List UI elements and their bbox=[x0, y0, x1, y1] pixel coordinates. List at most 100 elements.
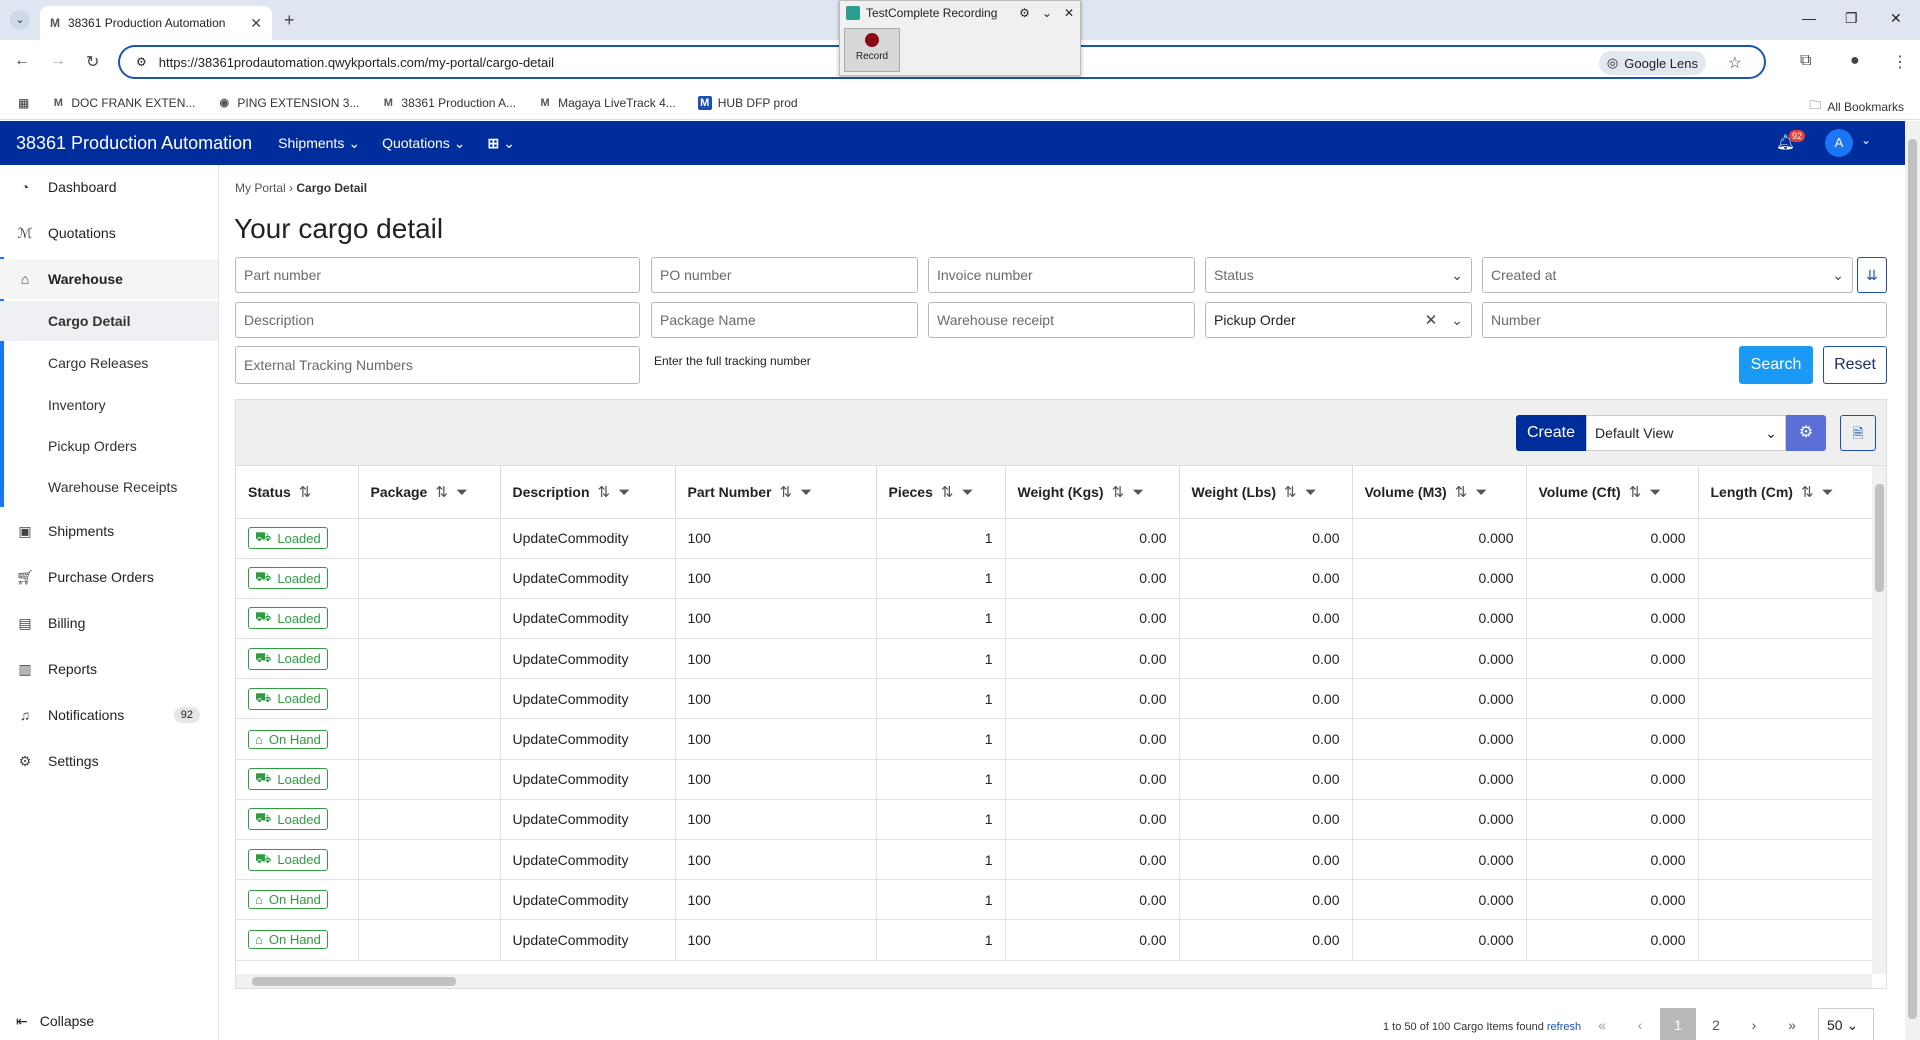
clear-icon[interactable]: ✕ bbox=[1425, 311, 1438, 329]
first-page-icon[interactable]: « bbox=[1584, 1008, 1620, 1040]
new-tab-icon[interactable]: + bbox=[284, 10, 295, 31]
tab-close-icon[interactable]: ✕ bbox=[250, 15, 262, 32]
table-row[interactable]: ⛟ Loaded UpdateCommodity 100 1 0.00 0.00 0.000 0… bbox=[236, 518, 1873, 559]
column-header[interactable]: Description ⇅ ⏷ bbox=[500, 466, 676, 519]
pickup-order-select[interactable]: Pickup Order ✕ ⌄ bbox=[1205, 302, 1472, 338]
profile-icon[interactable]: ● bbox=[1850, 52, 1860, 70]
bookmark-item[interactable]: M Magaya LiveTrack 4... bbox=[538, 96, 676, 110]
view-select[interactable]: Default View ⌄ bbox=[1586, 415, 1786, 451]
app-title[interactable]: 38361 Production Automation bbox=[16, 133, 252, 154]
filter-icon[interactable]: ⏷ bbox=[1822, 484, 1834, 501]
testcomplete-close-icon[interactable]: ✕ bbox=[1064, 6, 1074, 20]
table-row[interactable]: ⌂ On Hand UpdateCommodity 100 1 0.00 0.00 0.000… bbox=[236, 718, 1873, 760]
bookmark-item[interactable]: ◉ PING EXTENSION 3... bbox=[217, 96, 360, 110]
number-input[interactable]: Number bbox=[1482, 302, 1887, 338]
sidebar-item-shipments[interactable]: ▣ Shipments bbox=[0, 511, 218, 551]
sort-icon[interactable]: ⇅ bbox=[780, 484, 793, 501]
search-button[interactable]: Search bbox=[1739, 346, 1813, 384]
column-header[interactable]: Part Number ⇅ ⏷ bbox=[675, 466, 877, 519]
tab-list-icon[interactable]: ⌄ bbox=[10, 10, 30, 30]
sort-icon[interactable]: ⇅ bbox=[598, 484, 611, 501]
table-row[interactable]: ⛟ Loaded UpdateCommodity 100 1 0.00 0.00 0.000 0… bbox=[236, 638, 1873, 680]
sidebar-item-reports[interactable]: ▥ Reports bbox=[0, 649, 218, 689]
nav-shipments[interactable]: Shipments ⌄ bbox=[278, 135, 360, 152]
table-row[interactable]: ⛟ Loaded UpdateCommodity 100 1 0.00 0.00 0.000 0… bbox=[236, 678, 1873, 720]
last-page-icon[interactable]: » bbox=[1774, 1008, 1810, 1040]
table-row[interactable]: ⛟ Loaded UpdateCommodity 100 1 0.00 0.00 0.000 0… bbox=[236, 598, 1873, 640]
warehouse-receipt-input[interactable]: Warehouse receipt bbox=[928, 302, 1195, 338]
table-vertical-scrollbar-thumb[interactable] bbox=[1875, 484, 1884, 592]
add-menu[interactable]: ⊞ ⌄ bbox=[488, 135, 515, 152]
filter-icon[interactable]: ⏷ bbox=[961, 484, 973, 501]
page-2-button[interactable]: 2 bbox=[1698, 1008, 1734, 1040]
sidebar-sub-pickup-orders[interactable]: Pickup Orders bbox=[0, 426, 218, 466]
table-row[interactable]: ⛟ Loaded UpdateCommodity 100 1 0.00 0.00 0.000 0… bbox=[236, 799, 1873, 841]
created-at-select[interactable]: Created at ⌄ bbox=[1482, 257, 1853, 293]
sort-icon[interactable]: ⇅ bbox=[1801, 484, 1814, 501]
sort-icon[interactable]: ⇅ bbox=[299, 484, 312, 501]
filter-icon[interactable]: ⏷ bbox=[1649, 484, 1661, 501]
column-header[interactable]: Pieces ⇅ ⏷ bbox=[876, 466, 1006, 519]
close-window-icon[interactable]: ✕ bbox=[1890, 10, 1902, 27]
reload-icon[interactable]: ↻ bbox=[86, 52, 99, 72]
restore-icon[interactable]: ❐ bbox=[1845, 10, 1858, 27]
page-size-select[interactable]: 50 ⌄ bbox=[1818, 1008, 1874, 1040]
testcomplete-settings-icon[interactable]: ⚙ bbox=[1019, 6, 1030, 20]
filter-icon[interactable]: ⏷ bbox=[1305, 484, 1317, 501]
sort-order-button[interactable]: ⇊ bbox=[1857, 257, 1887, 293]
po-number-input[interactable]: PO number bbox=[651, 257, 918, 293]
column-header[interactable]: Volume (Cft) ⇅ ⏷ bbox=[1526, 466, 1699, 519]
page-scrollbar[interactable] bbox=[1905, 121, 1920, 1040]
apps-icon[interactable]: ▦ bbox=[18, 96, 29, 110]
sidebar-item-warehouse[interactable]: ⌂ Warehouse bbox=[0, 259, 218, 299]
record-button[interactable]: Record bbox=[844, 28, 900, 72]
filter-icon[interactable]: ⏷ bbox=[618, 484, 630, 501]
bookmark-item[interactable]: M DOC FRANK EXTEN... bbox=[51, 96, 196, 110]
column-header[interactable]: Volume (M3) ⇅ ⏷ bbox=[1352, 466, 1527, 519]
page-scrollbar-thumb[interactable] bbox=[1908, 139, 1917, 1019]
sidebar-sub-warehouse-receipts[interactable]: Warehouse Receipts bbox=[0, 467, 218, 507]
site-info-icon[interactable]: ⚙ bbox=[136, 55, 147, 69]
next-page-icon[interactable]: › bbox=[1736, 1008, 1772, 1040]
avatar[interactable]: A bbox=[1825, 129, 1853, 157]
extensions-icon[interactable]: ⧉ bbox=[1800, 52, 1811, 70]
table-row[interactable]: ⛟ Loaded UpdateCommodity 100 1 0.00 0.00 0.000 0… bbox=[236, 558, 1873, 599]
bookmark-item[interactable]: M 38361 Production A... bbox=[381, 96, 516, 110]
sort-icon[interactable]: ⇅ bbox=[1284, 484, 1297, 501]
external-tracking-input[interactable]: External Tracking Numbers bbox=[235, 346, 640, 384]
sidebar-item-dashboard[interactable]: ◔ Dashboard bbox=[0, 167, 218, 207]
sidebar-item-quotations[interactable]: ℳ Quotations bbox=[0, 213, 218, 253]
testcomplete-collapse-icon[interactable]: ⌄ bbox=[1042, 6, 1052, 20]
chevron-down-icon[interactable]: ⌄ bbox=[1861, 133, 1871, 147]
column-header[interactable]: Package ⇅ ⏷ bbox=[358, 466, 501, 519]
filter-icon[interactable]: ⏷ bbox=[800, 484, 812, 501]
page-1-button[interactable]: 1 bbox=[1660, 1008, 1696, 1040]
table-row[interactable]: ⌂ On Hand UpdateCommodity 100 1 0.00 0.00 0.000… bbox=[236, 919, 1873, 961]
nav-quotations[interactable]: Quotations ⌄ bbox=[382, 135, 465, 152]
sidebar-item-notifications[interactable]: ♫ Notifications 92 bbox=[0, 695, 218, 735]
invoice-number-input[interactable]: Invoice number bbox=[928, 257, 1195, 293]
back-icon[interactable]: ← bbox=[14, 52, 30, 70]
export-button[interactable]: 🗎 bbox=[1840, 415, 1876, 451]
sort-icon[interactable]: ⇅ bbox=[1629, 484, 1642, 501]
sort-icon[interactable]: ⇅ bbox=[1455, 484, 1468, 501]
sort-icon[interactable]: ⇅ bbox=[941, 484, 954, 501]
browser-tab[interactable]: M 38361 Production Automation ✕ bbox=[40, 6, 272, 40]
sidebar-sub-cargo-detail[interactable]: Cargo Detail bbox=[0, 301, 218, 341]
table-row[interactable]: ⛟ Loaded UpdateCommodity 100 1 0.00 0.00 0.000 0… bbox=[236, 839, 1873, 881]
table-vertical-scrollbar[interactable] bbox=[1872, 466, 1886, 974]
reset-button[interactable]: Reset bbox=[1823, 346, 1887, 384]
column-header[interactable]: Length (Cm) ⇅ ⏷ bbox=[1698, 466, 1873, 519]
column-header[interactable]: Status ⇅ bbox=[236, 466, 359, 519]
sidebar-item-billing[interactable]: ▤ Billing bbox=[0, 603, 218, 643]
all-bookmarks[interactable]: 🗀 All Bookmarks bbox=[1809, 96, 1904, 117]
prev-page-icon[interactable]: ‹ bbox=[1622, 1008, 1658, 1040]
bookmark-star-icon[interactable]: ☆ bbox=[1728, 53, 1742, 73]
sort-icon[interactable]: ⇅ bbox=[435, 484, 448, 501]
sidebar-sub-inventory[interactable]: Inventory bbox=[0, 385, 218, 425]
sort-icon[interactable]: ⇅ bbox=[1112, 484, 1125, 501]
column-header[interactable]: Weight (Lbs) ⇅ ⏷ bbox=[1179, 466, 1353, 519]
package-name-input[interactable]: Package Name bbox=[651, 302, 918, 338]
forward-icon[interactable]: → bbox=[50, 52, 66, 70]
status-select[interactable]: Status ⌄ bbox=[1205, 257, 1472, 293]
